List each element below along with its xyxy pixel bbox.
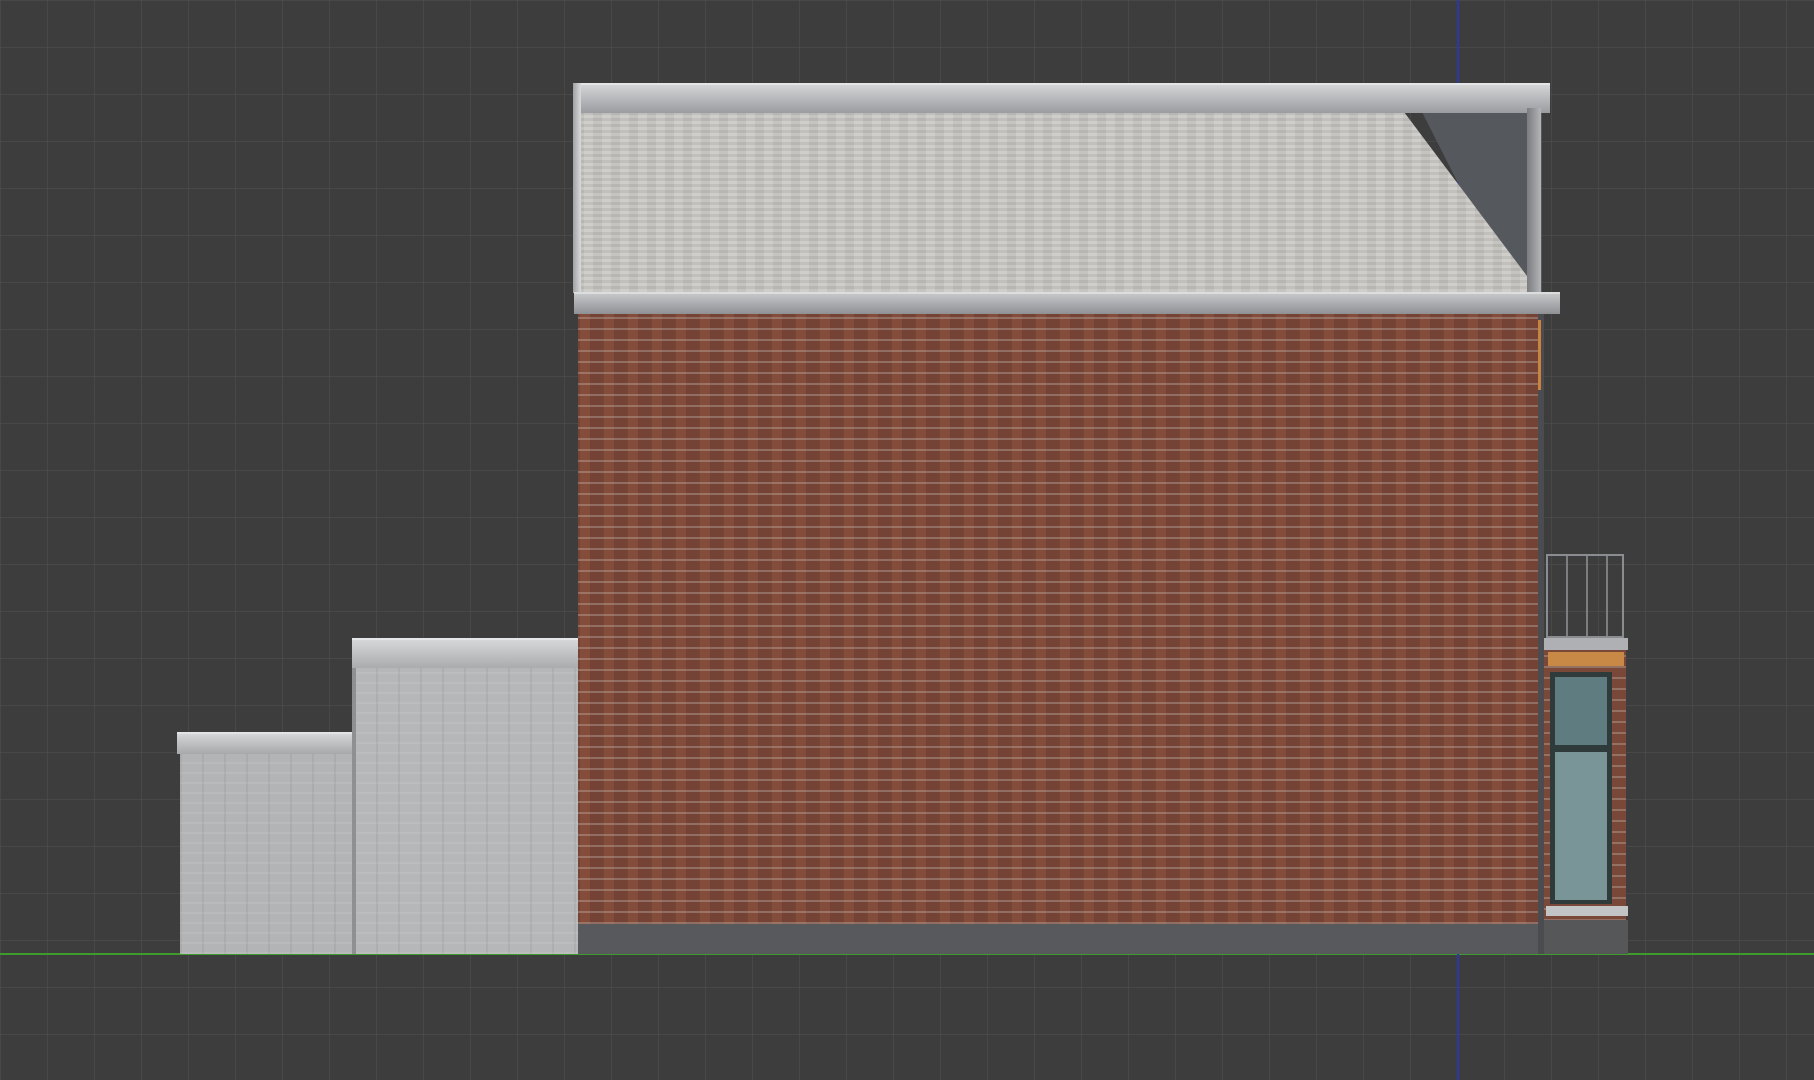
roof-top-cap[interactable]: [574, 83, 1550, 113]
door-top-glass-panel[interactable]: [1555, 677, 1607, 745]
door-lintel: [1548, 652, 1624, 666]
roof-right-edge: [1527, 108, 1541, 292]
mansard-roof-panel[interactable]: [575, 112, 1539, 292]
extension-divider: [352, 668, 356, 954]
3d-viewport[interactable]: [0, 0, 1814, 1080]
railing-bar: [1606, 556, 1608, 636]
annex-roof-cap[interactable]: [1544, 638, 1628, 650]
roof-eave[interactable]: [574, 292, 1560, 314]
roof-left-edge: [573, 83, 581, 293]
annex-plinth: [1544, 920, 1628, 954]
low-extension-roof-cap[interactable]: [177, 732, 357, 754]
main-wall-plinth[interactable]: [578, 924, 1542, 954]
low-extension-wall[interactable]: [180, 735, 354, 954]
door-bottom-glass-panel[interactable]: [1555, 752, 1607, 900]
balcony-railing[interactable]: [1546, 554, 1624, 638]
tall-extension-roof-cap[interactable]: [352, 638, 580, 668]
main-brick-wall[interactable]: [578, 314, 1542, 924]
railing-bar: [1566, 556, 1568, 636]
door-sill: [1546, 906, 1628, 916]
orange-trim-strip: [1538, 320, 1541, 390]
tall-extension-wall[interactable]: [354, 640, 578, 954]
railing-bar: [1586, 556, 1588, 636]
